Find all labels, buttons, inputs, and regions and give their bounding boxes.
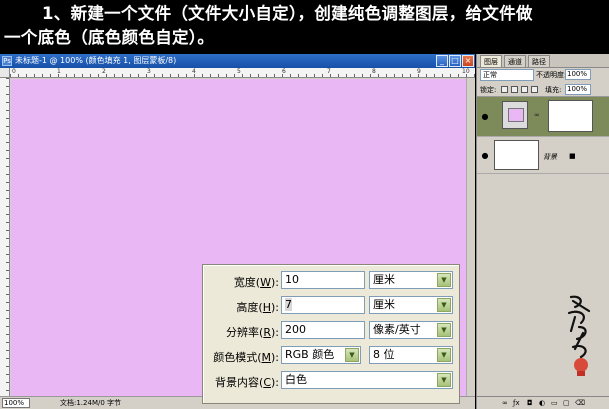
vertical-scrollbar[interactable] [466,78,475,396]
width-unit-value: 厘米 [373,273,395,286]
fill-input[interactable]: 100% [565,84,591,95]
background-contents-value: 白色 [285,373,307,386]
tab-layers[interactable]: 图层 [480,55,502,67]
resolution-input[interactable]: 200 [281,321,365,339]
zoom-field[interactable]: 100% [2,398,30,408]
layer-row-background[interactable]: ● 背景 ■ [477,138,609,174]
width-row: 宽度(W): 10 厘米 ▼ [203,271,461,291]
height-unit-value: 厘米 [373,298,395,311]
blend-mode-select[interactable]: 正常 [480,69,534,81]
ruler-number: 8 [372,68,376,75]
height-unit-select[interactable]: 厘米 ▼ [369,296,453,314]
chevron-down-icon[interactable]: ▼ [437,373,451,387]
close-icon[interactable]: × [462,55,474,67]
bit-depth-value: 8 位 [373,348,395,361]
resolution-label: 分辨率(R): [226,326,279,339]
color-mode-row: 颜色模式(M): RGB 颜色 ▼ 8 位 ▼ [203,346,461,366]
resolution-unit-value: 像素/英寸 [373,323,421,336]
calligraphy-watermark [567,295,591,376]
opacity-input[interactable]: 100% [565,69,591,80]
color-mode-value: RGB 颜色 [285,348,335,361]
tab-channels[interactable]: 通道 [504,55,526,67]
new-document-dialog: 宽度(W): 10 厘米 ▼ 高度(H): 7 厘米 ▼ 分辨率(R): 200… [202,264,460,404]
ruler-number: 4 [192,68,196,75]
ruler-number: 1 [57,68,61,75]
height-input[interactable]: 7 [281,296,365,314]
layer-mask-thumbnail[interactable] [548,100,593,132]
vertical-ruler[interactable] [0,78,10,396]
chevron-down-icon[interactable]: ▼ [437,323,451,337]
adjustment-thumbnail[interactable] [502,101,528,129]
fill-label: 填充: [545,86,562,94]
lock-position-icon[interactable] [521,86,528,93]
adjustment-layer-icon[interactable]: ◐ [539,399,545,407]
layer-name: 背景 [543,153,557,161]
height-row: 高度(H): 7 厘米 ▼ [203,296,461,316]
photoshop-icon: Ps [2,56,12,66]
chevron-down-icon[interactable]: ▼ [345,348,359,362]
lock-icon: ■ [569,152,576,160]
background-label: 背景内容(C): [215,376,279,389]
maximize-icon[interactable]: □ [449,55,461,67]
delete-layer-icon[interactable]: ⌫ [575,399,585,407]
panel-tabs: 图层 通道 路径 [477,54,609,68]
document-titlebar[interactable]: Ps 未标题-1 @ 100% (颜色填充 1, 图层蒙板/8) _ □ × [0,54,475,68]
new-layer-icon[interactable]: ▢ [563,399,570,407]
lock-label: 锁定: [480,86,497,94]
chevron-down-icon[interactable]: ▼ [437,298,451,312]
link-layers-icon[interactable]: ∞ [502,399,508,407]
ruler-number: 7 [327,68,331,75]
eye-icon[interactable]: ● [480,113,490,121]
width-unit-select[interactable]: 厘米 ▼ [369,271,453,289]
blend-mode-value: 正常 [483,71,497,79]
color-mode-label: 颜色模式(M): [213,351,279,364]
layer-style-icon[interactable]: ƒx [513,399,520,407]
chevron-down-icon[interactable]: ▼ [437,348,451,362]
document-size-info: 文档:1.24M/0 字节 [60,399,122,407]
ruler-number: 10 [462,68,470,75]
chevron-down-icon[interactable]: ▼ [437,273,451,287]
panel-footer: ∞ ƒx ◘ ◐ ▭ ▢ ⌫ [477,396,609,409]
background-thumbnail[interactable] [494,140,539,170]
color-mode-select[interactable]: RGB 颜色 ▼ [281,346,361,364]
layer-row-color-fill[interactable]: ● ∞ [477,97,609,137]
horizontal-ruler[interactable]: 0 1 2 3 4 5 6 7 8 9 10 [10,68,475,78]
ruler-number: 6 [282,68,286,75]
minimize-icon[interactable]: _ [436,55,448,67]
resolution-row: 分辨率(R): 200 像素/英寸 ▼ [203,321,461,341]
link-icon[interactable]: ∞ [534,111,540,119]
new-group-icon[interactable]: ▭ [551,399,558,407]
lock-pixels-icon[interactable] [511,86,518,93]
heading-line-1: 1、新建一个文件（文件大小自定），创建纯色调整图层，给文件做 [42,4,533,23]
eye-icon[interactable]: ● [480,152,490,160]
ruler-corner [0,68,10,78]
width-label: 宽度(W): [233,276,279,289]
heading-line-2: 一个底色（底色颜色自定）。 [4,28,215,47]
opacity-label: 不透明度: [536,71,567,79]
document-title: 未标题-1 @ 100% (颜色填充 1, 图层蒙板/8) [15,56,177,65]
tab-paths[interactable]: 路径 [528,55,550,67]
background-row: 背景内容(C): 白色 ▼ [203,371,461,391]
ruler-number: 3 [147,68,151,75]
height-label: 高度(H): [236,301,279,314]
background-contents-select[interactable]: 白色 ▼ [281,371,453,389]
lock-row: 锁定: 填充: 100% [477,84,609,97]
ruler-number: 5 [237,68,241,75]
bit-depth-select[interactable]: 8 位 ▼ [369,346,453,364]
add-mask-icon[interactable]: ◘ [527,399,533,407]
instruction-heading: 1、新建一个文件（文件大小自定），创建纯色调整图层，给文件做 一个底色（底色颜色… [0,0,609,54]
ruler-number: 0 [12,68,16,75]
width-input[interactable]: 10 [281,271,365,289]
height-value: 7 [285,298,292,311]
lock-all-icon[interactable] [531,86,538,93]
resolution-unit-select[interactable]: 像素/英寸 ▼ [369,321,453,339]
ruler-number: 2 [102,68,106,75]
ruler-number: 9 [417,68,421,75]
lock-transparency-icon[interactable] [501,86,508,93]
